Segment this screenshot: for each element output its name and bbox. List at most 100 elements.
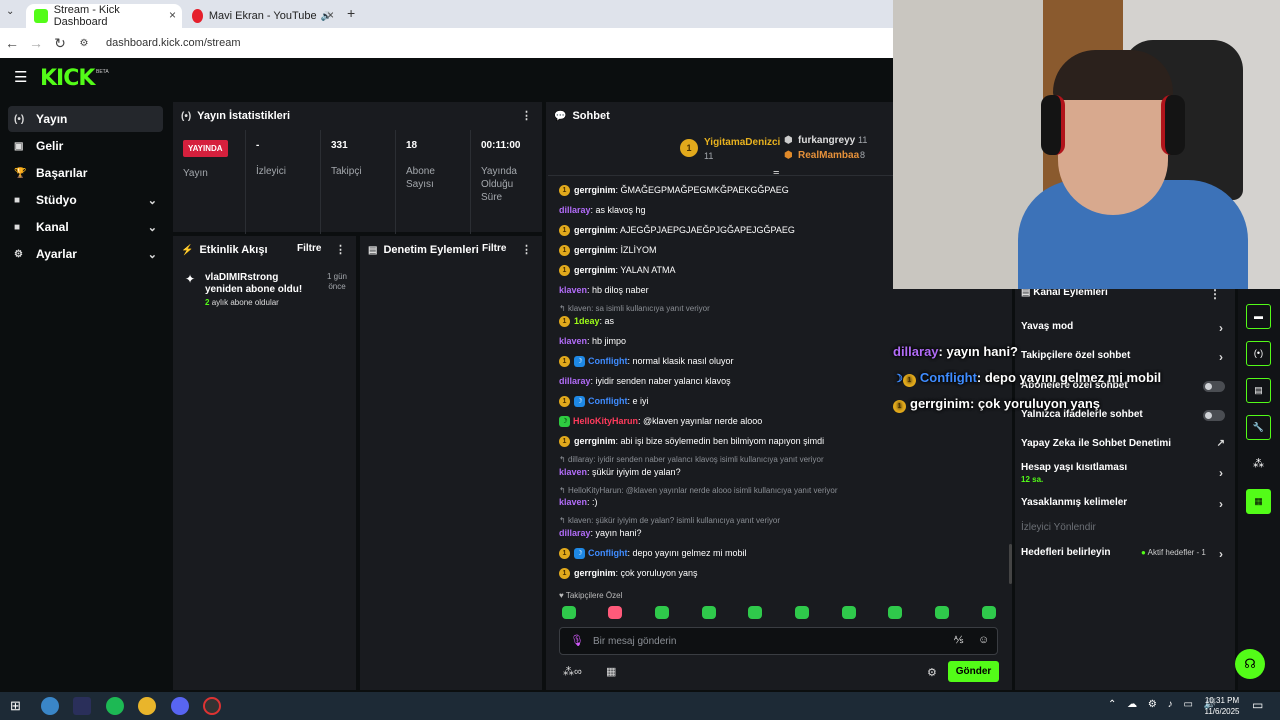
chat-username[interactable]: HelloKityHarun — [573, 414, 638, 428]
chat-username[interactable]: klaven — [559, 334, 587, 348]
hamburger-menu-icon[interactable]: ☰ — [14, 68, 27, 86]
discord-icon[interactable] — [171, 697, 189, 715]
more-options-icon[interactable]: ⋮ — [335, 243, 346, 256]
clock[interactable]: 10:31 PM 11/6/2025 — [1200, 695, 1244, 717]
more-options-icon[interactable]: ⋮ — [1209, 287, 1221, 301]
action-slow-mode[interactable]: Yavaş mod › — [1021, 321, 1231, 335]
chat-message[interactable]: 1 gerrginim: AJEGĞPJAEPGJAEĞPJGĞAPEJGĞPAE… — [559, 223, 795, 237]
chat-settings-icon[interactable]: ⚙ — [927, 666, 937, 679]
chat-username[interactable]: gerrginim — [574, 566, 616, 580]
sidebar-item-basarilar[interactable]: 🏆 Başarılar — [8, 160, 163, 186]
list-tool-icon[interactable]: ▤ — [1246, 378, 1271, 403]
emote-icon[interactable] — [748, 606, 762, 619]
emote-icon[interactable] — [935, 606, 949, 619]
tab-youtube-music[interactable]: Mavi Ekran - YouTube Music 🔊 × — [184, 4, 340, 28]
chat-message[interactable]: 1 ☽ Conflight: normal klasik nasıl oluyor — [559, 354, 734, 368]
chat-message[interactable]: dillaray: as klavoş hg — [559, 203, 646, 217]
sidebar-item-yayin[interactable]: (•) Yayın — [8, 106, 163, 132]
forward-icon[interactable]: → — [24, 35, 48, 51]
chat-input-box[interactable]: 🎙 Bir mesaj gönderin ⅍ ☺ — [559, 627, 998, 655]
new-tab-icon[interactable]: + — [347, 5, 355, 21]
windows-start-icon[interactable]: ⊞ — [10, 698, 21, 714]
chat-message[interactable]: 1 1deay: as — [559, 314, 614, 328]
emote-icon[interactable] — [702, 606, 716, 619]
notification-icon[interactable]: ▭ — [1252, 698, 1263, 712]
clapper-tool-icon[interactable]: ▦ — [1246, 489, 1271, 514]
chat-message[interactable]: 1 ☽ Conflight: depo yayını gelmez mi mobil — [559, 546, 747, 560]
chat-username[interactable]: dillaray — [559, 526, 591, 540]
subscribers-only-toggle[interactable] — [1203, 381, 1225, 392]
sidebar-item-gelir[interactable]: ▣ Gelir — [8, 133, 163, 159]
obs-icon[interactable] — [203, 697, 221, 715]
spotify-icon[interactable] — [106, 697, 124, 715]
chat-message[interactable]: dillaray: yayın hani? — [559, 526, 642, 540]
close-tab-icon[interactable]: × — [327, 8, 334, 22]
action-followers-only[interactable]: Takipçilere özel sohbet › — [1021, 350, 1231, 364]
action-account-age[interactable]: Hesap yaşı kısıtlaması › 12 sa. — [1021, 462, 1231, 484]
tab-kick-dashboard[interactable]: Stream - Kick Dashboard × — [26, 4, 182, 28]
chat-message[interactable]: klaven: hb diloş naber — [559, 283, 649, 297]
chat-scrollbar[interactable] — [1009, 544, 1012, 584]
action-set-goals[interactable]: Hedefleri belirleyin ● Aktif hedefler - … — [1021, 547, 1231, 561]
chat-username[interactable]: gerrginim — [574, 434, 616, 448]
site-info-icon[interactable]: ⚙ — [72, 38, 96, 49]
tab-search-icon[interactable]: ⌄ — [6, 6, 14, 17]
kick-logo[interactable]: KICK — [40, 66, 95, 91]
chat-message[interactable]: ☽ HelloKityHarun: @klaven yayınlar nerde … — [559, 414, 762, 428]
chat-username[interactable]: gerrginim — [574, 183, 616, 197]
emote-icon[interactable] — [795, 606, 809, 619]
broadcast-tool-icon[interactable]: (•) — [1246, 341, 1271, 366]
filter-button[interactable]: Filtre — [297, 243, 321, 254]
wrench-tool-icon[interactable]: 🔧 — [1246, 415, 1271, 440]
chat-username[interactable]: dillaray — [559, 374, 591, 388]
filter-button[interactable]: Filtre — [482, 243, 506, 254]
translate-icon[interactable]: ⅍ — [954, 635, 963, 646]
chat-message[interactable]: 1 gerrginim: abi işi bize söylemedin ben … — [559, 434, 824, 448]
close-tab-icon[interactable]: × — [169, 8, 176, 22]
more-options-icon[interactable]: ⋮ — [521, 243, 532, 256]
chat-username[interactable]: klaven — [559, 283, 587, 297]
top-gifter-2[interactable]: ⬢ furkangreyy 11 — [784, 134, 884, 148]
chat-username[interactable]: dillaray — [559, 203, 591, 217]
top-gifter-1[interactable]: 1 YigitamaDenizci 11 — [680, 135, 790, 165]
top-gifter-3[interactable]: ⬢ RealMambaa 8 — [784, 149, 884, 163]
chat-message[interactable]: klaven: :) — [559, 495, 598, 509]
chat-username[interactable]: klaven — [559, 465, 587, 479]
emote-icon[interactable] — [608, 606, 622, 619]
chat-message[interactable]: 1 ☽ Conflight: e iyi — [559, 394, 649, 408]
store-icon[interactable]: ▦ — [606, 665, 616, 678]
more-options-icon[interactable]: ⋮ — [521, 109, 532, 122]
action-raid[interactable]: İzleyici Yönlendir — [1021, 522, 1231, 533]
chat-input[interactable]: Bir mesaj gönderin — [593, 636, 676, 647]
microphone-icon[interactable]: 🎙 — [570, 634, 584, 647]
chrome-icon[interactable] — [138, 697, 156, 715]
chat-username[interactable]: Conflight — [588, 354, 628, 368]
chat-message[interactable]: klaven: hb jimpo — [559, 334, 626, 348]
reload-icon[interactable]: ↻ — [48, 35, 72, 52]
back-icon[interactable]: ← — [0, 35, 24, 51]
shortcuts-tool-icon[interactable]: ⁂ — [1253, 457, 1264, 470]
chat-message[interactable]: 1 gerrginim: İZLİYOM — [559, 243, 657, 257]
chat-username[interactable]: Conflight — [588, 546, 628, 560]
sidebar-item-ayarlar[interactable]: ⚙ Ayarlar ⌄ — [8, 241, 163, 267]
emote-icon[interactable] — [888, 606, 902, 619]
chat-message[interactable]: dillaray: iyidir senden naber yalancı kl… — [559, 374, 731, 388]
emote-icon[interactable] — [655, 606, 669, 619]
chat-message[interactable]: klaven: şükür iyiyim de yalan? — [559, 465, 681, 479]
chat-tool-icon[interactable]: ▬ — [1246, 304, 1271, 329]
emote-icon[interactable] — [982, 606, 996, 619]
action-ai-moderation[interactable]: Yapay Zeka ile Sohbet Denetimi ↗ — [1021, 438, 1231, 449]
emote-icon[interactable] — [842, 606, 856, 619]
chat-username[interactable]: Conflight — [588, 394, 628, 408]
action-banned-words[interactable]: Yasaklanmış kelimeler › — [1021, 497, 1231, 511]
emoji-icon[interactable]: ☺ — [978, 634, 989, 646]
chat-message[interactable]: 1 gerrginim: ĞMAĞEGPMAĞPEGMKĞPAEKGĞPAEG — [559, 183, 789, 197]
app-icon[interactable] — [41, 697, 59, 715]
send-button[interactable]: Gönder — [948, 661, 999, 682]
app-icon[interactable] — [73, 697, 91, 715]
chat-message[interactable]: 1 gerrginim: çok yoruluyon yanş — [559, 566, 698, 580]
shortcuts-icon[interactable]: ⁂∞ — [563, 665, 582, 678]
sidebar-item-studyo[interactable]: ■ Stüdyo ⌄ — [8, 187, 163, 213]
chat-username[interactable]: gerrginim — [574, 263, 616, 277]
chat-message[interactable]: 1 gerrginim: YALAN ATMA — [559, 263, 676, 277]
